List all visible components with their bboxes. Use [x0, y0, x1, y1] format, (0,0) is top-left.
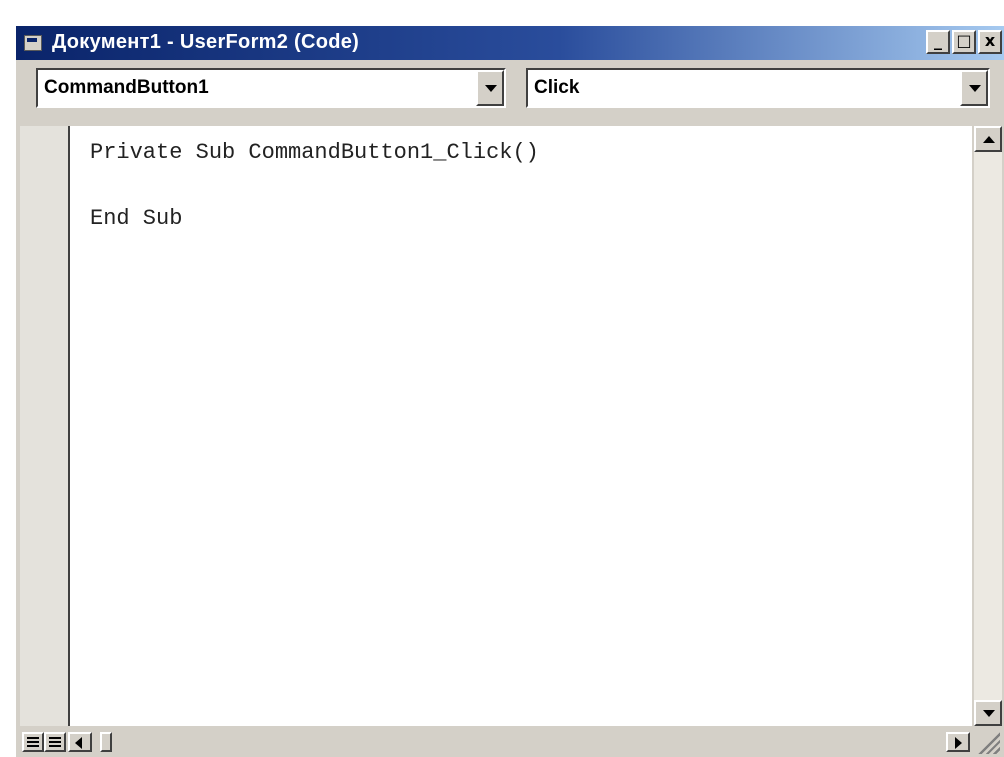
close-button[interactable]: x — [978, 30, 1002, 54]
window-controls: _ □ x — [926, 30, 1002, 54]
code-pane: Private Sub CommandButton1_Click() End S… — [16, 122, 1004, 757]
minimize-button[interactable]: _ — [926, 30, 950, 54]
maximize-button[interactable]: □ — [952, 30, 976, 54]
full-module-view-icon — [49, 737, 61, 747]
object-procedure-bar: CommandButton1 Click — [16, 60, 1004, 122]
margin-indicator-bar[interactable] — [20, 126, 70, 726]
procedure-dropdown-arrow-icon[interactable] — [960, 70, 988, 106]
vertical-scrollbar[interactable] — [974, 126, 1002, 726]
window-icon[interactable] — [24, 35, 42, 51]
title-bar[interactable]: Документ1 - UserForm2 (Code) _ □ x — [16, 26, 1004, 60]
resize-grip-icon[interactable] — [974, 732, 1000, 754]
procedure-view-button[interactable] — [22, 732, 44, 752]
scroll-down-icon[interactable] — [974, 700, 1002, 726]
window-title: Документ1 - UserForm2 (Code) — [52, 31, 360, 53]
procedure-view-icon — [27, 737, 39, 747]
object-dropdown[interactable]: CommandButton1 — [36, 68, 506, 108]
scroll-up-icon[interactable] — [974, 126, 1002, 152]
full-module-view-button[interactable] — [44, 732, 66, 752]
object-dropdown-arrow-icon[interactable] — [476, 70, 504, 106]
code-line[interactable]: End Sub — [90, 206, 182, 231]
object-dropdown-value: CommandButton1 — [44, 77, 209, 98]
procedure-dropdown[interactable]: Click — [526, 68, 990, 108]
procedure-dropdown-value: Click — [534, 77, 580, 98]
scroll-right-icon[interactable] — [946, 732, 970, 752]
vba-code-window: Документ1 - UserForm2 (Code) _ □ x Comma… — [0, 0, 1004, 757]
horizontal-scroll-thumb[interactable] — [100, 732, 112, 752]
code-editor[interactable]: Private Sub CommandButton1_Click() End S… — [70, 126, 972, 726]
bottom-bar — [16, 728, 1004, 757]
scroll-left-icon[interactable] — [68, 732, 92, 752]
code-line[interactable]: Private Sub CommandButton1_Click() — [90, 140, 539, 165]
